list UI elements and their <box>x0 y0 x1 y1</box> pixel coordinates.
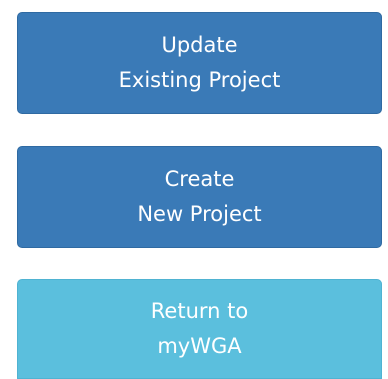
return-to-mywga-button[interactable]: Return to myWGA <box>17 279 382 379</box>
return-button-label-line1: Return to <box>150 299 249 323</box>
create-button-label-line2: New Project <box>137 202 262 226</box>
create-new-project-button[interactable]: Create New Project <box>17 146 382 248</box>
update-existing-project-button[interactable]: Update Existing Project <box>17 12 382 114</box>
create-button-label-line1: Create <box>164 167 235 191</box>
update-button-label-line1: Update <box>161 33 238 57</box>
update-button-label-line2: Existing Project <box>118 68 281 92</box>
return-button-label-line2: myWGA <box>157 334 242 358</box>
